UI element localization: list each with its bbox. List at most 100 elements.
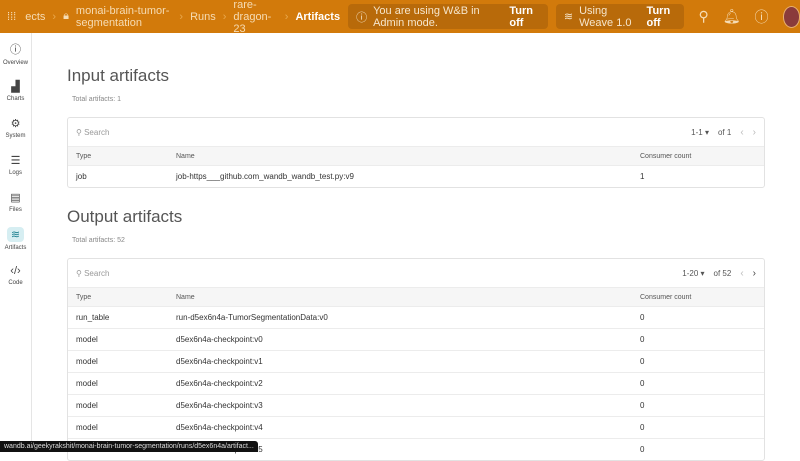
admin-notice-text: You are using W&B in Admin mode. <box>373 4 480 29</box>
page-range: 1-1 <box>691 127 703 137</box>
cell-consumer-count: 0 <box>640 379 645 388</box>
table-row[interactable]: job job-https___github.com_wandb_wandb_t… <box>68 165 764 187</box>
cell-consumer-count: 0 <box>640 313 645 322</box>
code-icon: ‹/› <box>10 265 21 277</box>
input-artifacts-table: ⚲ Search 1-1 ▾ of 1 ‹ › Type Name Consum… <box>67 117 765 188</box>
admin-mode-banner: ⓘ You are using W&B in Admin mode. Turn … <box>348 4 548 29</box>
breadcrumb-artifacts: Artifacts <box>295 10 341 23</box>
avatar[interactable] <box>782 5 800 28</box>
label: Overview <box>2 60 28 66</box>
search-icon: ⚲ <box>76 127 85 137</box>
search-icon: ⚲ <box>76 268 85 278</box>
cell-name[interactable]: d5ex6n4a-checkpoint:v1 <box>176 357 640 366</box>
col-name[interactable]: Name <box>176 294 640 301</box>
cell-name[interactable]: d5ex6n4a-checkpoint:v3 <box>176 401 640 410</box>
table-header: Type Name Consumer count <box>68 146 764 165</box>
weave-turn-off-button[interactable]: Turn off <box>647 5 677 29</box>
label: Artifacts <box>4 244 27 251</box>
cell-type: model <box>76 423 98 432</box>
weave-banner: ≋ Using Weave 1.0 Turn off <box>555 4 685 29</box>
cell-type: model <box>76 335 98 344</box>
file-icon: ▤ <box>10 191 21 204</box>
info-icon: ⓘ <box>356 11 368 24</box>
cell-name[interactable]: run-d5ex6n4a-TumorSegmentationData:v0 <box>176 313 640 322</box>
cell-type: job <box>76 172 87 181</box>
label: System <box>5 132 26 139</box>
table-row[interactable]: model d5ex6n4a-checkpoint:v0 0 <box>68 328 764 350</box>
table-row[interactable]: run_table run-d5ex6n4a-TumorSegmentationD… <box>68 306 764 328</box>
col-type[interactable]: Type <box>76 153 176 160</box>
chart-icon: ▟ <box>11 80 20 93</box>
main-content: Input artifacts Total artifacts: 1 ⚲ Sea… <box>32 33 800 461</box>
table-row[interactable]: model d5ex6n4a-checkpoint:v1 0 <box>68 350 764 372</box>
layers-icon: ≋ <box>563 11 574 23</box>
breadcrumb-projects[interactable]: ects <box>25 11 45 23</box>
page-of: of 52 <box>713 268 732 278</box>
sidebar-item-overview[interactable]: ⓘ Overview <box>0 35 31 72</box>
next-page-button[interactable]: › <box>753 268 756 279</box>
col-consumer-count[interactable]: Consumer count <box>640 153 691 160</box>
sidebar-item-artifacts[interactable]: ≋ Artifacts <box>0 220 31 257</box>
wandb-logo[interactable]: ⁞⁞⁞ <box>0 11 23 23</box>
sidebar-item-code[interactable]: ‹/› Code <box>0 257 31 294</box>
sidebar: ⓘ Overview ▟ Charts ⚙ System ☰ Logs ▤ Files ≋… <box>0 33 32 452</box>
cell-consumer-count: 0 <box>640 335 645 344</box>
search-input[interactable]: Search <box>84 269 109 278</box>
col-type[interactable]: Type <box>76 294 176 301</box>
weave-notice-text: Using Weave 1.0 <box>579 4 632 29</box>
cell-name[interactable]: job-https___github.com_wandb_wandb_test.… <box>176 172 640 181</box>
sidebar-item-system[interactable]: ⚙ System <box>0 109 31 146</box>
label: Logs <box>8 169 22 176</box>
sidebar-item-charts[interactable]: ▟ Charts <box>0 72 31 109</box>
bell-icon[interactable]: 🔔︎ <box>723 8 741 25</box>
cell-type: model <box>76 379 98 388</box>
input-artifacts-title: Input artifacts <box>67 66 170 85</box>
lock-icon: 🔒︎ <box>63 10 69 22</box>
page-range: 1-20 <box>682 268 699 278</box>
output-total: Total artifacts: 52 <box>72 237 125 244</box>
cell-type: model <box>76 401 98 410</box>
top-bar: ⁞⁞⁞ ects › 🔒︎ monai-brain-tumor-segmentat… <box>0 0 800 35</box>
breadcrumb-project[interactable]: monai-brain-tumor-segmentation <box>76 5 172 29</box>
help-icon[interactable]: ⓘ <box>755 7 769 27</box>
table-row[interactable]: model d5ex6n4a-checkpoint:v4 0 <box>68 416 764 438</box>
gear-icon: ⚙ <box>10 117 21 130</box>
cell-consumer-count: 0 <box>640 357 645 366</box>
col-consumer-count[interactable]: Consumer count <box>640 294 691 301</box>
col-name[interactable]: Name <box>176 153 640 160</box>
cell-name[interactable]: d5ex6n4a-checkpoint:v0 <box>176 335 640 344</box>
status-bar-url: wandb.ai/geekyrakshit/monai-brain-tumor-… <box>0 441 258 452</box>
list-icon: ☰ <box>10 154 21 167</box>
sidebar-item-logs[interactable]: ☰ Logs <box>0 146 31 183</box>
search-input[interactable]: Search <box>84 128 109 137</box>
output-artifacts-table: ⚲ Search 1-20 ▾ of 52 ‹ › Type Name Cons… <box>67 258 765 461</box>
output-artifacts-title: Output artifacts <box>67 207 183 226</box>
info-icon: ⓘ <box>10 44 21 56</box>
breadcrumb: ects › 🔒︎ monai-brain-tumor-segmentation ›… <box>25 0 341 35</box>
prev-page-button[interactable]: ‹ <box>740 268 743 279</box>
next-page-button[interactable]: › <box>753 127 756 138</box>
cell-consumer-count: 0 <box>640 401 645 410</box>
label: Files <box>9 206 22 213</box>
table-row[interactable]: model d5ex6n4a-checkpoint:v3 0 <box>68 394 764 416</box>
page-size-select[interactable]: 1-1 ▾ <box>691 128 709 137</box>
layers-icon: ≋ <box>6 226 25 242</box>
cell-consumer-count: 1 <box>640 172 645 181</box>
prev-page-button[interactable]: ‹ <box>740 127 743 138</box>
search-icon[interactable]: ⚲ <box>698 8 708 25</box>
sidebar-item-files[interactable]: ▤ Files <box>0 183 31 220</box>
input-total: Total artifacts: 1 <box>72 96 122 103</box>
cell-type: model <box>76 357 98 366</box>
cell-name[interactable]: d5ex6n4a-checkpoint:v4 <box>176 423 640 432</box>
label: Charts <box>6 95 25 102</box>
cell-consumer-count: 0 <box>640 423 645 432</box>
page-size-select[interactable]: 1-20 ▾ <box>682 269 704 278</box>
admin-turn-off-button[interactable]: Turn off <box>509 5 540 29</box>
cell-consumer-count: 0 <box>640 445 645 454</box>
label: Code <box>8 280 23 286</box>
cell-name[interactable]: d5ex6n4a-checkpoint:v2 <box>176 379 640 388</box>
table-row[interactable]: model d5ex6n4a-checkpoint:v2 0 <box>68 372 764 394</box>
breadcrumb-run[interactable]: rare-dragon-23 <box>233 0 277 35</box>
cell-type: run_table <box>76 313 110 322</box>
breadcrumb-runs[interactable]: Runs <box>190 11 216 23</box>
